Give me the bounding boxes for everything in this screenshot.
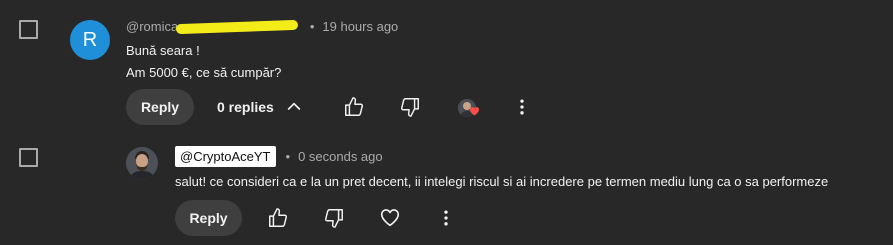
separator-dot: • <box>285 149 291 164</box>
thumb-up-icon <box>343 96 365 118</box>
reply-more-button[interactable] <box>428 200 464 236</box>
replies-toggle[interactable]: 0 replies <box>217 97 304 117</box>
chevron-up-icon <box>284 97 304 117</box>
comment-timestamp[interactable]: 19 hours ago <box>322 19 398 34</box>
comment-header: @romica • 19 hours ago <box>126 19 398 34</box>
dislike-button[interactable] <box>392 89 428 125</box>
comment-more-button[interactable] <box>504 89 540 125</box>
thumb-down-icon <box>323 207 345 229</box>
reply-button[interactable]: Reply <box>126 89 194 125</box>
heart-outline-icon <box>379 207 401 229</box>
reply-button[interactable]: Reply <box>175 200 242 236</box>
thumb-up-icon <box>267 207 289 229</box>
comment-body: Bună seara ! Am 5000 €, ce să cumpăr? <box>126 40 281 84</box>
select-comment-checkbox[interactable] <box>19 20 38 39</box>
more-vert-icon <box>512 97 532 117</box>
like-button[interactable] <box>336 89 372 125</box>
creator-heart-badge[interactable] <box>458 99 480 117</box>
reply-timestamp[interactable]: 0 seconds ago <box>298 149 383 164</box>
more-vert-icon <box>436 208 456 228</box>
reply-avatar[interactable] <box>126 147 158 179</box>
select-reply-checkbox[interactable] <box>19 148 38 167</box>
dislike-button[interactable] <box>316 200 352 236</box>
comment-line: Am 5000 €, ce să cumpăr? <box>126 65 282 80</box>
replies-count: 0 replies <box>217 99 274 115</box>
redaction-mark <box>176 19 299 34</box>
separator-dot: • <box>309 19 315 34</box>
reply-body: salut! ce consideri ca e la un pret dece… <box>175 174 829 189</box>
commenter-avatar[interactable]: R <box>70 20 110 60</box>
thumb-down-icon <box>399 96 421 118</box>
comment-author[interactable]: @romica <box>126 19 178 34</box>
comment-line: Bună seara ! <box>126 43 200 58</box>
heart-button[interactable] <box>372 200 408 236</box>
heart-icon <box>469 103 480 121</box>
like-button[interactable] <box>260 200 296 236</box>
reply-author[interactable]: @CryptoAceYT <box>175 146 276 167</box>
avatar-letter: R <box>82 28 98 51</box>
reply-header: @CryptoAceYT • 0 seconds ago <box>175 146 383 167</box>
